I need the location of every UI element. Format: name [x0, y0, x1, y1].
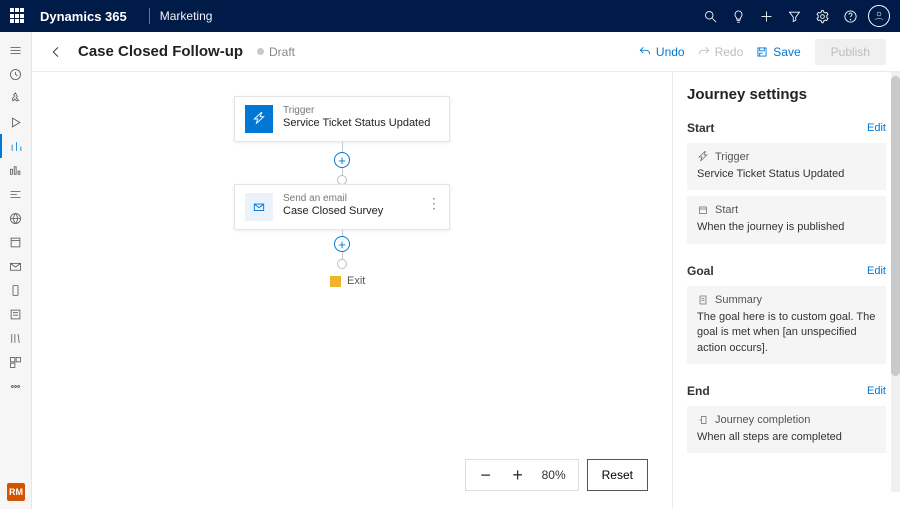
status-badge: Draft [257, 45, 295, 59]
section-goal: Goal Edit Summary The goal here is to cu… [687, 264, 886, 364]
mobile-icon[interactable] [0, 278, 32, 302]
section-end: End Edit Journey completion When all ste… [687, 384, 886, 453]
module-name[interactable]: Marketing [160, 9, 213, 23]
recent-icon[interactable] [0, 62, 32, 86]
journeys-icon[interactable] [0, 134, 32, 158]
panel-title: Journey settings [687, 86, 886, 103]
card-body: When all steps are completed [697, 430, 876, 445]
edit-link[interactable]: Edit [867, 265, 886, 277]
zoom-controls: − + 80% Reset [465, 459, 648, 491]
edit-link[interactable]: Edit [867, 385, 886, 397]
forms-icon[interactable] [0, 302, 32, 326]
mail-icon [245, 193, 273, 221]
node-kind: Send an email [283, 193, 383, 204]
command-bar: Case Closed Follow-up Draft Undo Redo Sa… [32, 32, 900, 72]
card-head: Trigger [715, 151, 749, 163]
search-icon[interactable] [696, 0, 724, 32]
pinned-icon[interactable] [0, 86, 32, 110]
zoom-reset-button[interactable]: Reset [587, 459, 648, 491]
more-icon[interactable] [0, 374, 32, 398]
card-body: When the journey is published [697, 220, 876, 235]
card-summary: Summary The goal here is to custom goal.… [687, 286, 886, 364]
card-head: Start [715, 204, 738, 216]
add-step-button[interactable]: + [334, 152, 350, 168]
node-kind: Trigger [283, 105, 430, 116]
section-start: Start Edit Trigger Service Ticket Status… [687, 121, 886, 244]
redo-button: Redo [691, 41, 750, 63]
section-title: Start [687, 121, 714, 135]
scrollbar[interactable] [891, 72, 900, 492]
save-label: Save [773, 45, 800, 59]
app-launcher-icon[interactable] [10, 8, 26, 24]
undo-label: Undo [656, 45, 685, 59]
left-rail: RM [0, 32, 32, 509]
exit-label: Exit [347, 275, 365, 287]
node-more-icon[interactable]: ⋮ [427, 195, 441, 212]
save-button[interactable]: Save [749, 41, 806, 63]
card-head: Summary [715, 294, 762, 306]
exit-node[interactable]: Exit [330, 275, 365, 287]
back-button[interactable] [44, 40, 68, 64]
settings-panel: Journey settings Start Edit Trigger Serv… [672, 72, 900, 509]
global-nav: Dynamics 365 Marketing [0, 0, 900, 32]
settings-icon[interactable] [808, 0, 836, 32]
nav-divider [149, 8, 150, 24]
assets-icon[interactable] [0, 230, 32, 254]
zoom-in-button[interactable]: + [502, 459, 534, 491]
play-icon[interactable] [0, 110, 32, 134]
menu-icon[interactable] [0, 38, 32, 62]
trigger-node[interactable]: Trigger Service Ticket Status Updated [234, 96, 450, 142]
persona-badge[interactable]: RM [7, 483, 25, 501]
mail-icon[interactable] [0, 254, 32, 278]
undo-button[interactable]: Undo [632, 41, 691, 63]
card-trigger: Trigger Service Ticket Status Updated [687, 143, 886, 190]
analytics-icon[interactable] [0, 158, 32, 182]
help-icon[interactable] [836, 0, 864, 32]
page-title: Case Closed Follow-up [78, 43, 243, 60]
card-body: The goal here is to custom goal. The goa… [697, 310, 876, 356]
node-label: Case Closed Survey [283, 205, 383, 217]
zoom-out-button[interactable]: − [470, 459, 502, 491]
segments-icon[interactable] [0, 182, 32, 206]
section-title: Goal [687, 264, 714, 278]
section-title: End [687, 384, 710, 398]
card-body: Service Ticket Status Updated [697, 167, 876, 182]
card-head: Journey completion [715, 414, 810, 426]
flag-icon [330, 276, 341, 287]
journey-canvas[interactable]: Trigger Service Ticket Status Updated + … [32, 72, 672, 509]
templates-icon[interactable] [0, 350, 32, 374]
card-start: Start When the journey is published [687, 196, 886, 243]
user-avatar[interactable] [868, 5, 890, 27]
publish-button: Publish [815, 39, 886, 65]
library-icon[interactable] [0, 326, 32, 350]
scrollbar-thumb[interactable] [891, 76, 900, 376]
card-completion: Journey completion When all steps are co… [687, 406, 886, 453]
trigger-icon [245, 105, 273, 133]
edit-link[interactable]: Edit [867, 122, 886, 134]
redo-label: Redo [715, 45, 744, 59]
app-name: Dynamics 365 [40, 9, 127, 24]
lightbulb-icon[interactable] [724, 0, 752, 32]
node-label: Service Ticket Status Updated [283, 117, 430, 129]
zoom-value: 80% [534, 468, 574, 482]
connector-terminal [337, 259, 347, 269]
email-node[interactable]: Send an email Case Closed Survey ⋮ [234, 184, 450, 230]
add-step-button[interactable]: + [334, 236, 350, 252]
globe-icon[interactable] [0, 206, 32, 230]
add-icon[interactable] [752, 0, 780, 32]
filter-icon[interactable] [780, 0, 808, 32]
